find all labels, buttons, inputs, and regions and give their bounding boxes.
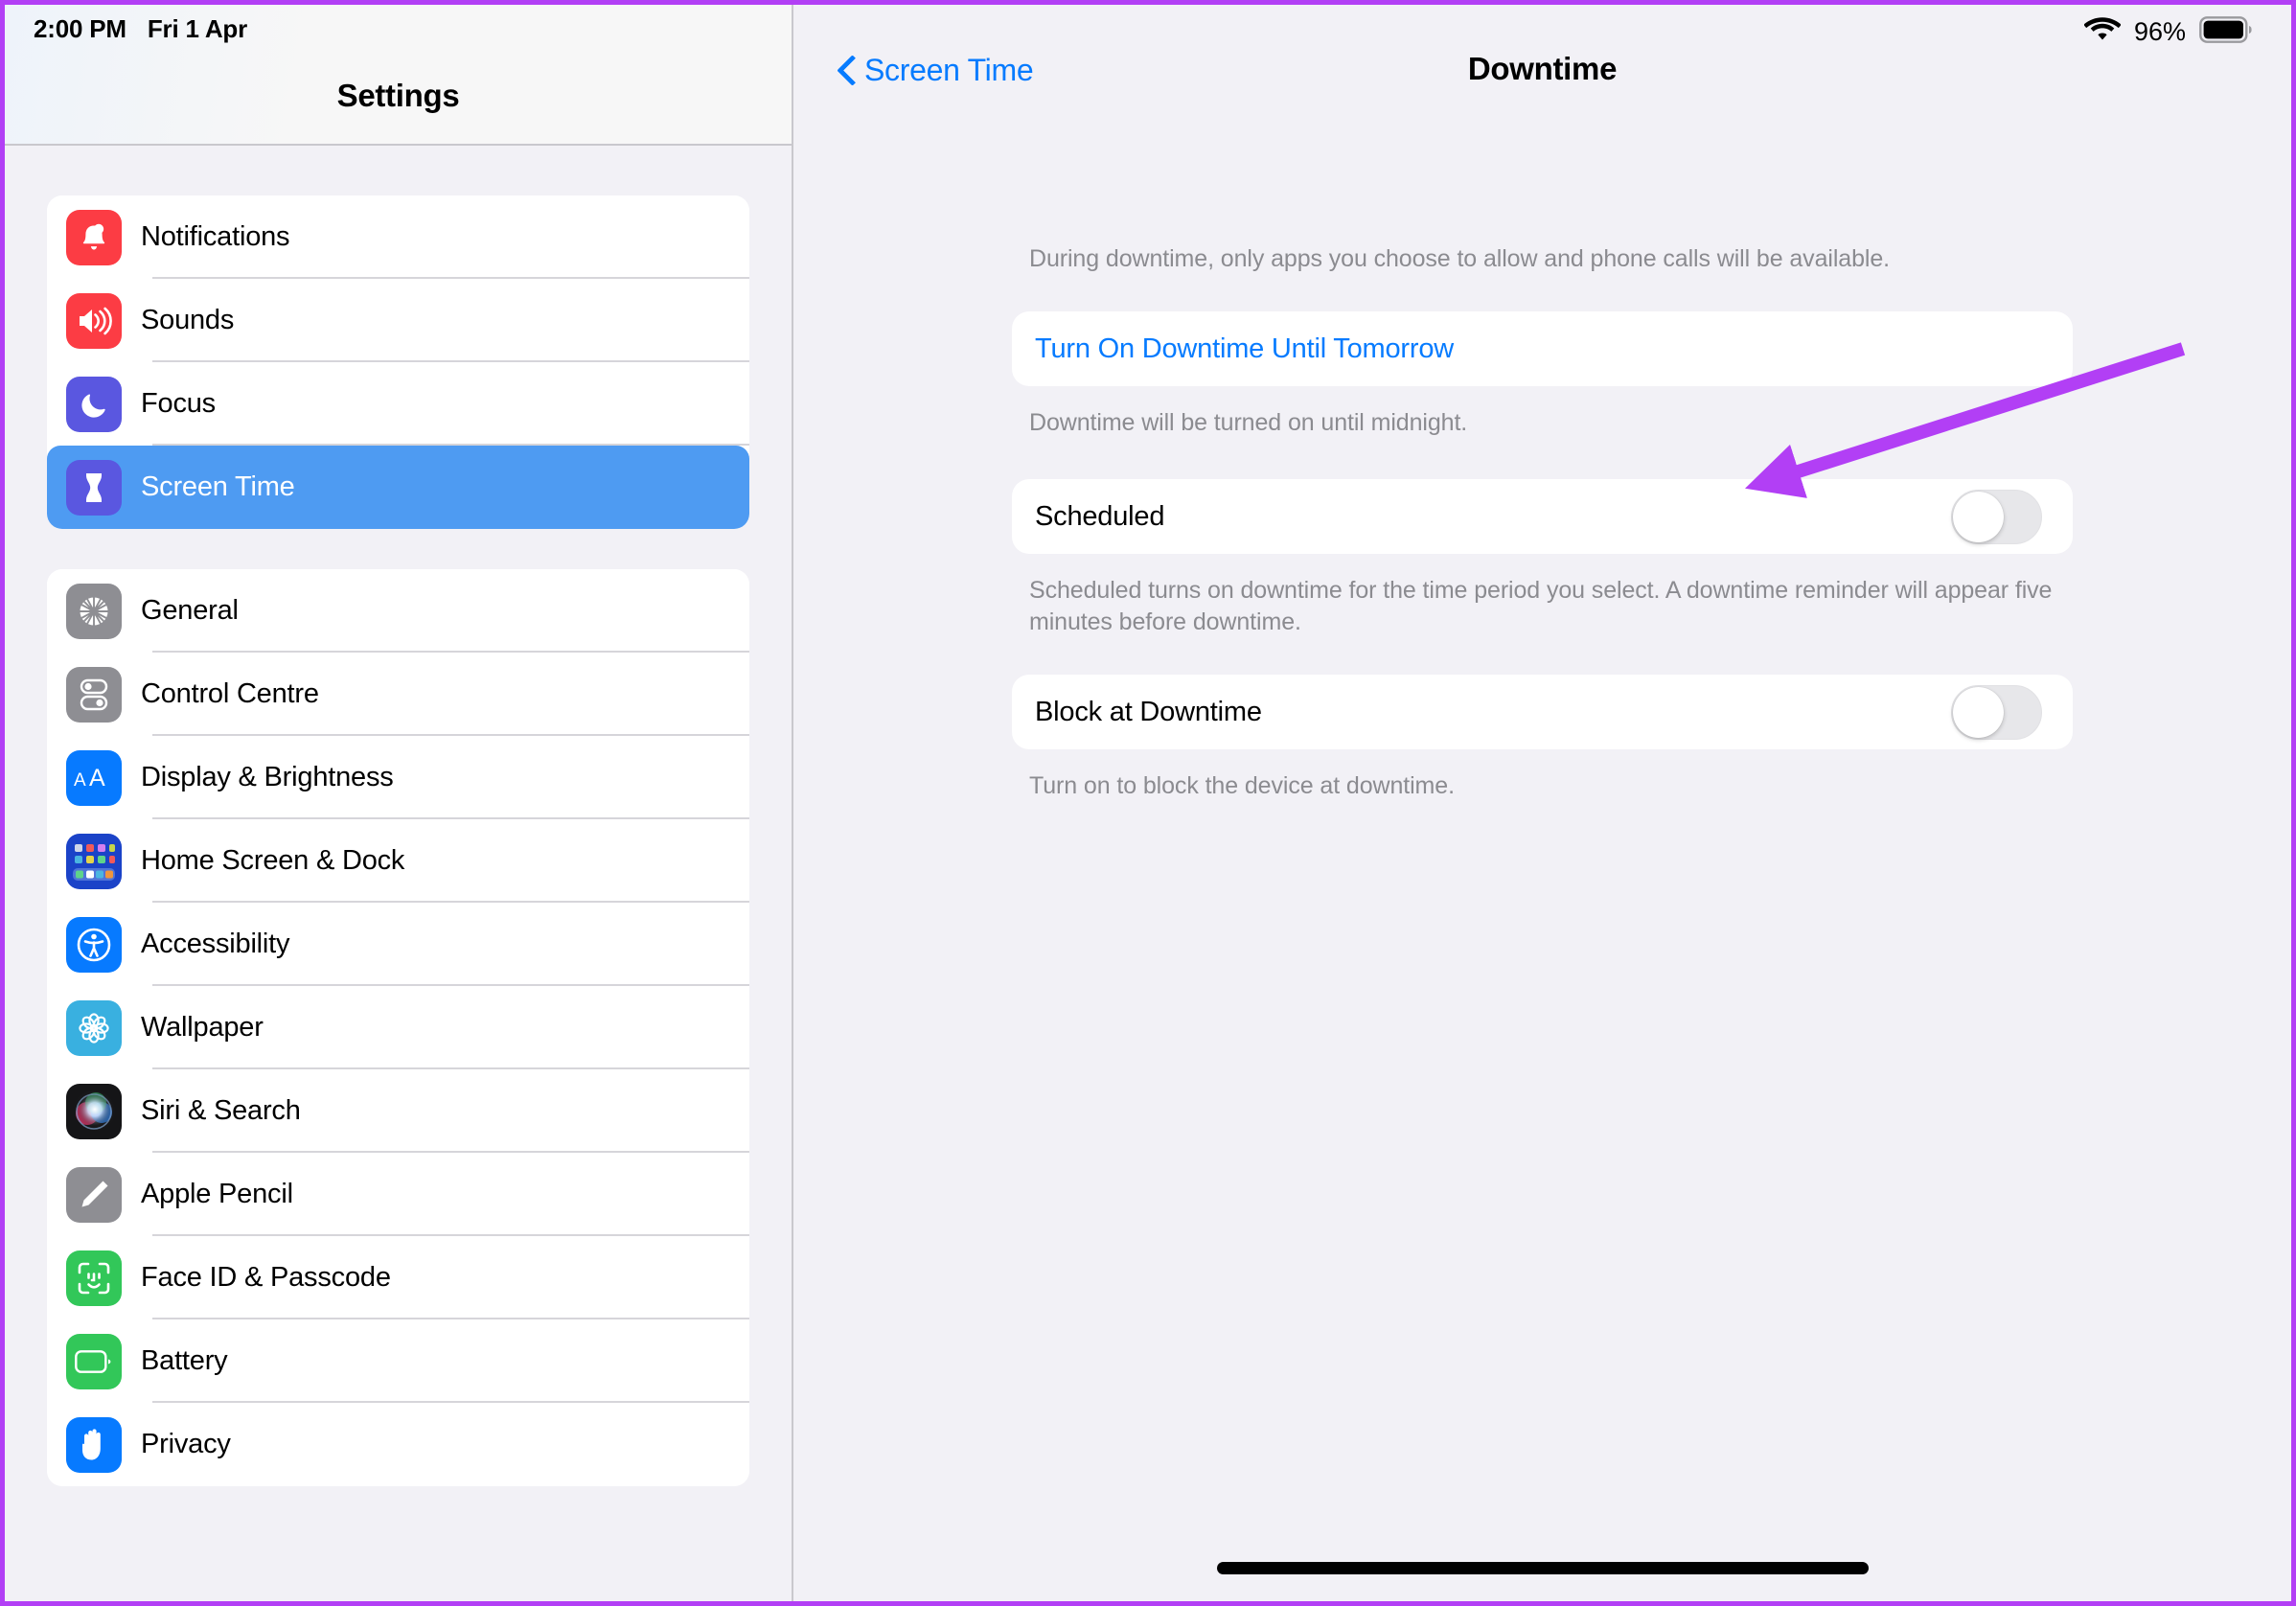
aa-text-icon: AA	[66, 749, 122, 806]
turn-on-downtime-card: Turn On Downtime Until Tomorrow	[1012, 311, 2073, 386]
sidebar-item-label: Screen Time	[141, 471, 295, 502]
wifi-icon	[2083, 16, 2122, 48]
home-indicator	[1216, 1562, 1869, 1574]
control-toggles-icon	[66, 666, 122, 723]
sidebar-item-label: Focus	[141, 388, 216, 419]
sidebar-item-label: Accessibility	[141, 929, 290, 959]
hand-icon	[66, 1416, 122, 1473]
downtime-detail-pane: Screen Time Downtime 96% During downtime…	[793, 5, 2291, 1601]
sidebar-list[interactable]: Notifications Sounds Focus Screen Time G…	[5, 146, 792, 1601]
sidebar-item-focus[interactable]: Focus	[47, 362, 749, 446]
sidebar-item-label: Apple Pencil	[141, 1179, 293, 1209]
battery-icon	[66, 1333, 122, 1389]
sidebar-item-general[interactable]: General	[47, 569, 749, 653]
scheduled-row[interactable]: Scheduled	[1012, 479, 2073, 554]
navigation-bar: Screen Time Downtime 96%	[793, 5, 2291, 146]
sidebar-item-label: Face ID & Passcode	[141, 1262, 391, 1293]
sidebar-item-accessibility[interactable]: Accessibility	[47, 903, 749, 986]
hourglass-icon	[66, 459, 122, 516]
sidebar-item-screen-time[interactable]: Screen Time	[47, 446, 749, 529]
sidebar-item-control-centre[interactable]: Control Centre	[47, 653, 749, 736]
intro-note: During downtime, only apps you choose to…	[1029, 245, 1890, 272]
bell-icon	[66, 209, 122, 265]
sidebar-item-notifications[interactable]: Notifications	[47, 195, 749, 279]
sidebar-item-siri-search[interactable]: Siri & Search	[47, 1069, 749, 1153]
block-at-downtime-row[interactable]: Block at Downtime	[1012, 675, 2073, 749]
sidebar-item-label: General	[141, 595, 239, 626]
sidebar-item-wallpaper[interactable]: Wallpaper	[47, 986, 749, 1069]
sidebar-item-label: Siri & Search	[141, 1095, 301, 1126]
block-at-downtime-toggle[interactable]	[1951, 684, 2042, 740]
status-bar-left: 2:00 PM Fri 1 Apr	[34, 14, 247, 44]
battery-percent-label: 96%	[2133, 17, 2186, 46]
turn-on-downtime-button[interactable]: Turn On Downtime Until Tomorrow	[1012, 311, 2073, 386]
sidebar-item-battery[interactable]: Battery	[47, 1319, 749, 1403]
sidebar-item-label: Notifications	[141, 221, 290, 252]
block-at-downtime-card: Block at Downtime	[1012, 675, 2073, 749]
svg-text:A: A	[89, 766, 105, 791]
face-id-icon	[66, 1250, 122, 1306]
turn-on-downtime-label: Turn On Downtime Until Tomorrow	[1035, 333, 1454, 364]
sidebar-item-label: Sounds	[141, 305, 235, 335]
sidebar-item-label: Privacy	[141, 1429, 231, 1459]
sidebar-item-label: Wallpaper	[141, 1012, 264, 1043]
sidebar-group-2: General Control Centre AA Display & Brig…	[47, 569, 749, 1486]
status-time: 2:00 PM	[34, 14, 126, 43]
pencil-icon	[66, 1166, 122, 1223]
settings-sidebar: 2:00 PM Fri 1 Apr Settings Notifications	[5, 5, 793, 1601]
flower-icon	[66, 999, 122, 1056]
status-date: Fri 1 Apr	[147, 14, 248, 43]
gear-icon	[66, 583, 122, 639]
sidebar-item-sounds[interactable]: Sounds	[47, 279, 749, 362]
turn-on-note: Downtime will be turned on until midnigh…	[1029, 409, 1468, 436]
sidebar-item-home-screen-dock[interactable]: Home Screen & Dock	[47, 819, 749, 903]
sidebar-item-label: Home Screen & Dock	[141, 845, 405, 876]
siri-orb-icon	[66, 1083, 122, 1139]
block-at-downtime-note: Turn on to block the device at downtime.	[1029, 772, 1455, 799]
sidebar-item-display-brightness[interactable]: AA Display & Brightness	[47, 736, 749, 819]
sidebar-group-1: Notifications Sounds Focus Screen Time	[47, 195, 749, 529]
downtime-content: During downtime, only apps you choose to…	[793, 146, 2291, 1601]
toggle-knob	[1953, 686, 2004, 738]
scheduled-card: Scheduled	[1012, 479, 2073, 554]
sidebar-item-privacy[interactable]: Privacy	[47, 1403, 749, 1486]
status-bar-right: 96%	[2083, 16, 2253, 48]
sidebar-item-label: Battery	[141, 1345, 228, 1376]
page-title: Settings	[336, 78, 460, 113]
screenshot-frame: 2:00 PM Fri 1 Apr Settings Notifications	[0, 0, 2296, 1606]
sidebar-item-apple-pencil[interactable]: Apple Pencil	[47, 1153, 749, 1236]
sidebar-item-label: Display & Brightness	[141, 762, 394, 792]
scheduled-toggle[interactable]	[1951, 489, 2042, 544]
svg-text:A: A	[74, 770, 86, 791]
detail-title: Downtime	[1467, 51, 1618, 86]
home-screen-grid-icon	[66, 833, 122, 889]
scheduled-note: Scheduled turns on downtime for the time…	[1029, 577, 2053, 635]
block-at-downtime-label: Block at Downtime	[1035, 696, 1262, 727]
ipad-settings-window: 2:00 PM Fri 1 Apr Settings Notifications	[5, 5, 2291, 1601]
scheduled-label: Scheduled	[1035, 500, 1165, 532]
moon-icon	[66, 376, 122, 432]
sidebar-item-label: Control Centre	[141, 678, 319, 709]
battery-full-icon	[2199, 16, 2253, 48]
status-bar: 2:00 PM Fri 1 Apr Settings	[5, 5, 792, 146]
toggle-knob	[1953, 491, 2004, 542]
accessibility-person-icon	[66, 916, 122, 973]
speaker-waves-icon	[66, 292, 122, 349]
sidebar-item-face-id-passcode[interactable]: Face ID & Passcode	[47, 1236, 749, 1319]
